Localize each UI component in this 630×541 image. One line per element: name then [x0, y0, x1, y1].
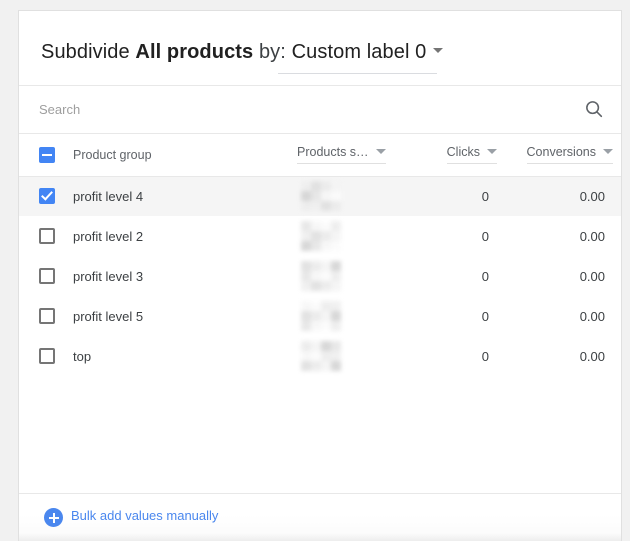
footer-shadow — [19, 533, 621, 541]
row-checkbox[interactable] — [39, 268, 55, 284]
column-header-conversions-label: Conversions — [527, 145, 596, 159]
table-row[interactable]: profit level 5 00.00 — [19, 296, 621, 336]
dimension-value: Custom label 0 — [292, 41, 427, 63]
subdivide-dialog: Subdivide All products by: Custom label … — [18, 10, 622, 541]
row-name: profit level 5 — [71, 296, 289, 336]
products-metric-selector[interactable]: Products s… — [297, 145, 386, 164]
select-all-checkbox[interactable] — [39, 147, 55, 163]
search-icon[interactable] — [583, 98, 605, 120]
row-select-cell — [19, 296, 71, 336]
row-select-cell — [19, 336, 71, 376]
title-connector: by: — [253, 41, 291, 63]
row-products-redacted — [289, 296, 409, 336]
column-header-clicks-label: Clicks — [447, 145, 480, 159]
row-clicks: 0 — [409, 176, 505, 216]
dimension-dropdown-underline — [278, 73, 437, 74]
dialog-header: Subdivide All products by: Custom label … — [19, 11, 621, 85]
chevron-down-icon — [603, 149, 613, 154]
row-checkbox[interactable] — [39, 348, 55, 364]
search-input[interactable] — [39, 86, 579, 132]
row-conversions: 0.00 — [505, 256, 621, 296]
table-row[interactable]: profit level 3 00.00 — [19, 256, 621, 296]
column-header-products-label: Products s… — [297, 145, 369, 159]
row-name: profit level 4 — [71, 176, 289, 216]
table-body: profit level 400.00profit level 200.00pr… — [19, 176, 621, 376]
row-products-redacted — [289, 336, 409, 376]
title-subject: All products — [135, 41, 253, 63]
row-clicks: 0 — [409, 256, 505, 296]
table-row[interactable]: profit level 4 00.00 — [19, 176, 621, 216]
clicks-metric-selector[interactable]: Clicks — [447, 145, 497, 164]
row-clicks: 0 — [409, 216, 505, 256]
row-clicks: 0 — [409, 336, 505, 376]
column-header-conversions: Conversions — [505, 134, 621, 176]
title-prefix: Subdivide — [41, 41, 135, 63]
page-title: Subdivide All products by: Custom label … — [41, 41, 443, 64]
row-select-cell — [19, 256, 71, 296]
column-header-products: Products s… — [289, 134, 409, 176]
column-header-product-group: Product group — [71, 134, 289, 176]
row-conversions: 0.00 — [505, 336, 621, 376]
column-header-clicks: Clicks — [409, 134, 505, 176]
row-name: profit level 3 — [71, 256, 289, 296]
select-all-cell — [19, 134, 71, 176]
row-conversions: 0.00 — [505, 176, 621, 216]
product-group-table: Product group Products s… Clicks Convers… — [19, 134, 621, 376]
chevron-down-icon — [376, 149, 386, 154]
row-checkbox[interactable] — [39, 228, 55, 244]
row-checkbox[interactable] — [39, 188, 55, 204]
row-name: profit level 2 — [71, 216, 289, 256]
row-select-cell — [19, 176, 71, 216]
bulk-add-values-link[interactable]: Bulk add values manually — [71, 508, 218, 523]
row-products-redacted — [289, 256, 409, 296]
row-checkbox[interactable] — [39, 308, 55, 324]
table-header-row: Product group Products s… Clicks Convers… — [19, 134, 621, 176]
plus-circle-icon[interactable] — [44, 508, 63, 527]
chevron-down-icon — [487, 149, 497, 154]
row-conversions: 0.00 — [505, 216, 621, 256]
row-clicks: 0 — [409, 296, 505, 336]
conversions-metric-selector[interactable]: Conversions — [527, 145, 613, 164]
row-products-redacted — [289, 176, 409, 216]
row-products-redacted — [289, 216, 409, 256]
table-row[interactable]: top 00.00 — [19, 336, 621, 376]
table-row[interactable]: profit level 2 00.00 — [19, 216, 621, 256]
dialog-footer: Bulk add values manually — [19, 493, 621, 541]
row-conversions: 0.00 — [505, 296, 621, 336]
dimension-dropdown[interactable]: Custom label 0 — [292, 41, 444, 64]
row-name: top — [71, 336, 289, 376]
chevron-down-icon — [433, 48, 443, 53]
search-row — [19, 85, 621, 134]
row-select-cell — [19, 216, 71, 256]
